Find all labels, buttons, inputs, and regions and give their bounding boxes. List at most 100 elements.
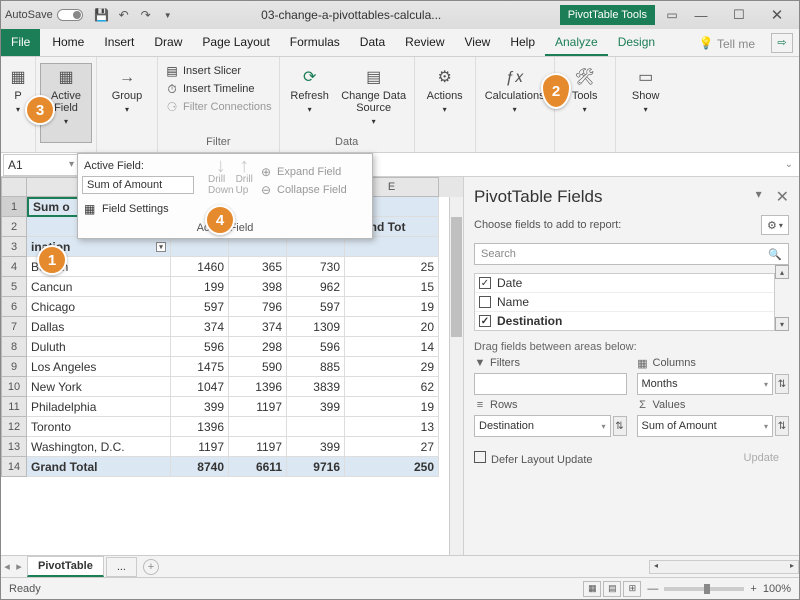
tab-analyze[interactable]: Analyze: [545, 29, 608, 56]
fields-layout-button[interactable]: ⚙▾: [761, 215, 789, 235]
checkbox-icon[interactable]: [479, 315, 491, 327]
table-cell[interactable]: 20: [345, 317, 439, 337]
total-cell[interactable]: 6611: [229, 457, 287, 477]
qat-dropdown-icon[interactable]: ▼: [160, 7, 176, 23]
undo-icon[interactable]: ↶: [116, 7, 132, 23]
rows-field-chip[interactable]: Destination▾: [474, 415, 611, 437]
tab-draw[interactable]: Draw: [144, 29, 192, 56]
table-cell[interactable]: [229, 417, 287, 437]
table-cell[interactable]: 3839: [287, 377, 345, 397]
table-cell[interactable]: 62: [345, 377, 439, 397]
tab-file[interactable]: File: [1, 29, 40, 56]
table-row-label[interactable]: Philadelphia: [27, 397, 171, 417]
table-cell[interactable]: 13: [345, 417, 439, 437]
prev-sheet-button[interactable]: ◂: [1, 560, 13, 573]
insert-slicer-button[interactable]: ▤Insert Slicer: [162, 63, 275, 79]
total-cell[interactable]: 250: [345, 457, 439, 477]
table-row-label[interactable]: Los Angeles: [27, 357, 171, 377]
save-icon[interactable]: 💾: [94, 7, 110, 23]
close-pane-button[interactable]: ✕: [776, 187, 789, 207]
table-cell[interactable]: 1460: [171, 257, 229, 277]
tab-view[interactable]: View: [455, 29, 501, 56]
table-cell[interactable]: 399: [287, 397, 345, 417]
area-scroll-btn[interactable]: ⇅: [775, 416, 789, 436]
active-field-input[interactable]: Sum of Amount: [82, 176, 194, 194]
cell[interactable]: [171, 237, 229, 257]
zoom-out-button[interactable]: —: [647, 583, 658, 595]
field-settings-button[interactable]: ▦Field Settings: [82, 200, 194, 218]
table-cell[interactable]: 19: [345, 397, 439, 417]
table-cell[interactable]: 298: [229, 337, 287, 357]
row-header[interactable]: 9: [1, 357, 27, 377]
table-cell[interactable]: 1475: [171, 357, 229, 377]
tell-me-icon[interactable]: 💡: [698, 35, 714, 51]
table-cell[interactable]: 399: [287, 437, 345, 457]
table-cell[interactable]: 374: [229, 317, 287, 337]
table-row-label[interactable]: Dallas: [27, 317, 171, 337]
tab-formulas[interactable]: Formulas: [280, 29, 350, 56]
refresh-button[interactable]: ⟳Refresh▾: [284, 63, 336, 121]
close-button[interactable]: ✕: [759, 4, 795, 26]
maximize-button[interactable]: ☐: [721, 4, 757, 26]
checkbox-icon[interactable]: [479, 296, 491, 308]
actions-button[interactable]: ⚙Actions▾: [419, 63, 471, 121]
total-cell[interactable]: 9716: [287, 457, 345, 477]
sheet-tab-active[interactable]: PivotTable: [27, 556, 104, 577]
table-row-label[interactable]: Washington, D.C.: [27, 437, 171, 457]
show-button[interactable]: ▭Show▾: [620, 63, 672, 121]
row-header[interactable]: 4: [1, 257, 27, 277]
table-cell[interactable]: 1309: [287, 317, 345, 337]
redo-icon[interactable]: ↷: [138, 7, 154, 23]
table-cell[interactable]: 597: [171, 297, 229, 317]
next-sheet-button[interactable]: ▸: [13, 560, 25, 573]
values-field-chip[interactable]: Sum of Amount▾: [637, 415, 774, 437]
new-sheet-button[interactable]: +: [143, 559, 159, 575]
tab-design[interactable]: Design: [608, 29, 665, 56]
table-row-label[interactable]: Toronto: [27, 417, 171, 437]
checkbox-icon[interactable]: [479, 277, 491, 289]
view-page-layout-button[interactable]: ▤: [603, 581, 621, 597]
row-header[interactable]: 8: [1, 337, 27, 357]
row-header[interactable]: 13: [1, 437, 27, 457]
defer-layout-checkbox[interactable]: Defer Layout Update: [474, 451, 593, 466]
row-header[interactable]: 12: [1, 417, 27, 437]
table-cell[interactable]: 962: [287, 277, 345, 297]
table-cell[interactable]: 885: [287, 357, 345, 377]
table-cell[interactable]: 374: [171, 317, 229, 337]
view-page-break-button[interactable]: ⊞: [623, 581, 641, 597]
table-cell[interactable]: 29: [345, 357, 439, 377]
fields-scrollbar[interactable]: ▴▾: [775, 265, 789, 331]
zoom-slider[interactable]: [664, 587, 744, 591]
table-cell[interactable]: 27: [345, 437, 439, 457]
table-cell[interactable]: 596: [287, 337, 345, 357]
table-row-label[interactable]: Duluth: [27, 337, 171, 357]
change-data-source-button[interactable]: ▤Change Data Source▾: [338, 63, 410, 133]
tab-help[interactable]: Help: [500, 29, 545, 56]
expand-formula-icon[interactable]: ⌄: [785, 159, 793, 170]
table-cell[interactable]: 365: [229, 257, 287, 277]
sheet-tab-other[interactable]: ...: [106, 557, 137, 577]
view-normal-button[interactable]: ▦: [583, 581, 601, 597]
table-cell[interactable]: 1197: [171, 437, 229, 457]
select-all-corner[interactable]: [1, 177, 27, 197]
table-cell[interactable]: 596: [171, 337, 229, 357]
table-cell[interactable]: 1197: [229, 437, 287, 457]
field-item-name[interactable]: Name: [475, 293, 774, 312]
tab-review[interactable]: Review: [395, 29, 454, 56]
table-row-label[interactable]: Cancun: [27, 277, 171, 297]
table-cell[interactable]: 1396: [229, 377, 287, 397]
table-cell[interactable]: 399: [171, 397, 229, 417]
area-scroll-btn[interactable]: ⇅: [613, 416, 627, 436]
table-cell[interactable]: 25: [345, 257, 439, 277]
horizontal-scrollbar[interactable]: ◂▸: [649, 560, 799, 574]
table-cell[interactable]: 730: [287, 257, 345, 277]
row-header[interactable]: 5: [1, 277, 27, 297]
insert-timeline-button[interactable]: ⏱Insert Timeline: [162, 81, 275, 97]
zoom-in-button[interactable]: +: [750, 583, 756, 595]
row-header[interactable]: 3: [1, 237, 27, 257]
row-header[interactable]: 14: [1, 457, 27, 477]
table-cell[interactable]: 14: [345, 337, 439, 357]
table-cell[interactable]: 19: [345, 297, 439, 317]
row-header[interactable]: 1: [1, 197, 27, 217]
group-button[interactable]: →Group▾: [101, 63, 153, 121]
